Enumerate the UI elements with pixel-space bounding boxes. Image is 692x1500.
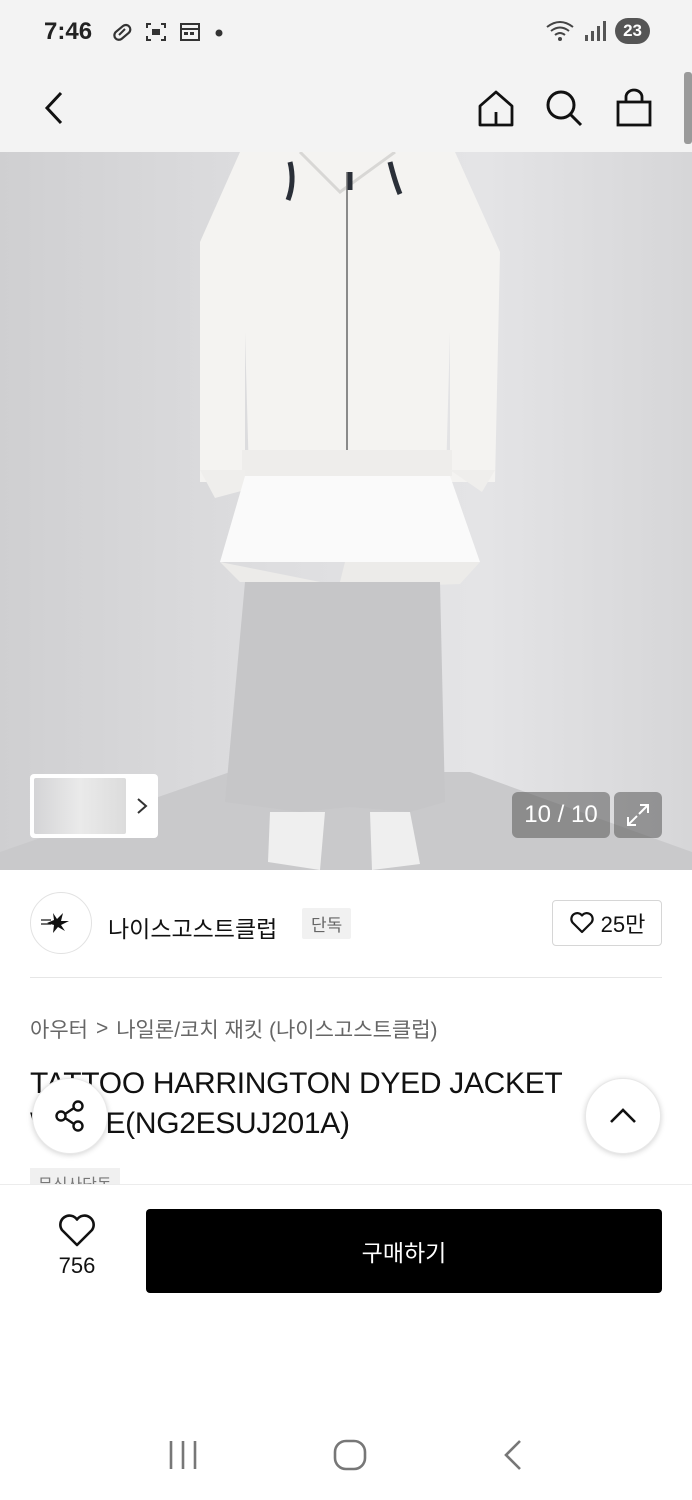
shopping-bag-icon bbox=[616, 88, 652, 127]
status-icons-left bbox=[110, 20, 226, 44]
recent-apps-icon[interactable] bbox=[166, 1439, 200, 1471]
wishlist-count: 756 bbox=[58, 1253, 96, 1278]
share-icon bbox=[55, 1100, 84, 1132]
chevron-up-icon bbox=[610, 1108, 636, 1123]
system-navigation-bar bbox=[0, 1410, 692, 1500]
screenshot-icon bbox=[146, 23, 166, 41]
heart-outline-icon bbox=[569, 912, 594, 934]
exclusive-badge: 단독 bbox=[302, 908, 352, 939]
home-icon bbox=[478, 90, 514, 127]
search-icon bbox=[546, 90, 583, 127]
search-button[interactable] bbox=[536, 80, 592, 136]
image-counter: 10 / 10 bbox=[512, 792, 610, 838]
home-button[interactable] bbox=[468, 80, 524, 136]
status-time: 7:46 bbox=[44, 18, 93, 45]
chevron-left-icon bbox=[44, 91, 63, 125]
expand-icon bbox=[627, 804, 649, 826]
home-nav-icon[interactable] bbox=[332, 1438, 368, 1472]
divider bbox=[30, 977, 662, 978]
expand-button[interactable] bbox=[614, 792, 662, 838]
battery-indicator: 23 bbox=[615, 18, 650, 44]
brand-like-button[interactable]: 25만 bbox=[552, 900, 662, 946]
brand-logo[interactable] bbox=[30, 892, 92, 954]
pill-icon bbox=[113, 23, 132, 41]
scrollbar-thumb[interactable] bbox=[684, 72, 692, 144]
top-nav bbox=[0, 68, 692, 152]
scroll-top-button[interactable] bbox=[585, 1078, 661, 1154]
back-nav-icon[interactable] bbox=[500, 1438, 526, 1472]
breadcrumb-subcategory[interactable]: 나일론/코치 재킷 (나이스고스트클럽) bbox=[116, 1014, 437, 1044]
musinsa-exclusive-tag: 무신사단독 bbox=[30, 1168, 120, 1184]
status-bar: 7:46 23 bbox=[0, 0, 692, 68]
status-icons-right: 23 bbox=[545, 18, 650, 44]
product-photo bbox=[0, 152, 692, 870]
brand-logo-mark bbox=[41, 913, 69, 933]
brand-name[interactable]: 나이스고스트클럽 bbox=[108, 910, 277, 944]
dot-icon bbox=[215, 29, 223, 37]
shopping-bag-button[interactable] bbox=[606, 80, 662, 136]
bottom-action-bar: 756 구매하기 bbox=[0, 1184, 692, 1312]
thumbnail-image[interactable] bbox=[34, 778, 126, 834]
breadcrumb-category[interactable]: 아우터 bbox=[30, 1014, 88, 1044]
signal-icon bbox=[585, 21, 607, 41]
breadcrumb: 아우터 > 나일론/코치 재킷 (나이스고스트클럽) bbox=[30, 1014, 438, 1044]
brand-like-count: 25만 bbox=[600, 912, 646, 937]
breadcrumb-separator: > bbox=[95, 1017, 109, 1040]
product-title: TATTOO HARRINGTON DYED JACKET WHITE(NG2E… bbox=[30, 1067, 562, 1140]
brand-row: 나이스고스트클럽 단독 25만 bbox=[0, 870, 692, 978]
thumbnail-strip[interactable] bbox=[30, 774, 158, 838]
share-button[interactable] bbox=[32, 1078, 108, 1154]
calendar-icon bbox=[180, 23, 200, 41]
chevron-right-icon[interactable] bbox=[132, 796, 152, 816]
wishlist-button[interactable]: 756 bbox=[44, 1213, 110, 1293]
back-button[interactable] bbox=[26, 80, 82, 136]
wifi-icon bbox=[546, 21, 574, 41]
buy-button[interactable]: 구매하기 bbox=[146, 1209, 662, 1293]
product-image-gallery[interactable]: 10 / 10 bbox=[0, 152, 692, 870]
heart-outline-icon bbox=[59, 1214, 95, 1247]
